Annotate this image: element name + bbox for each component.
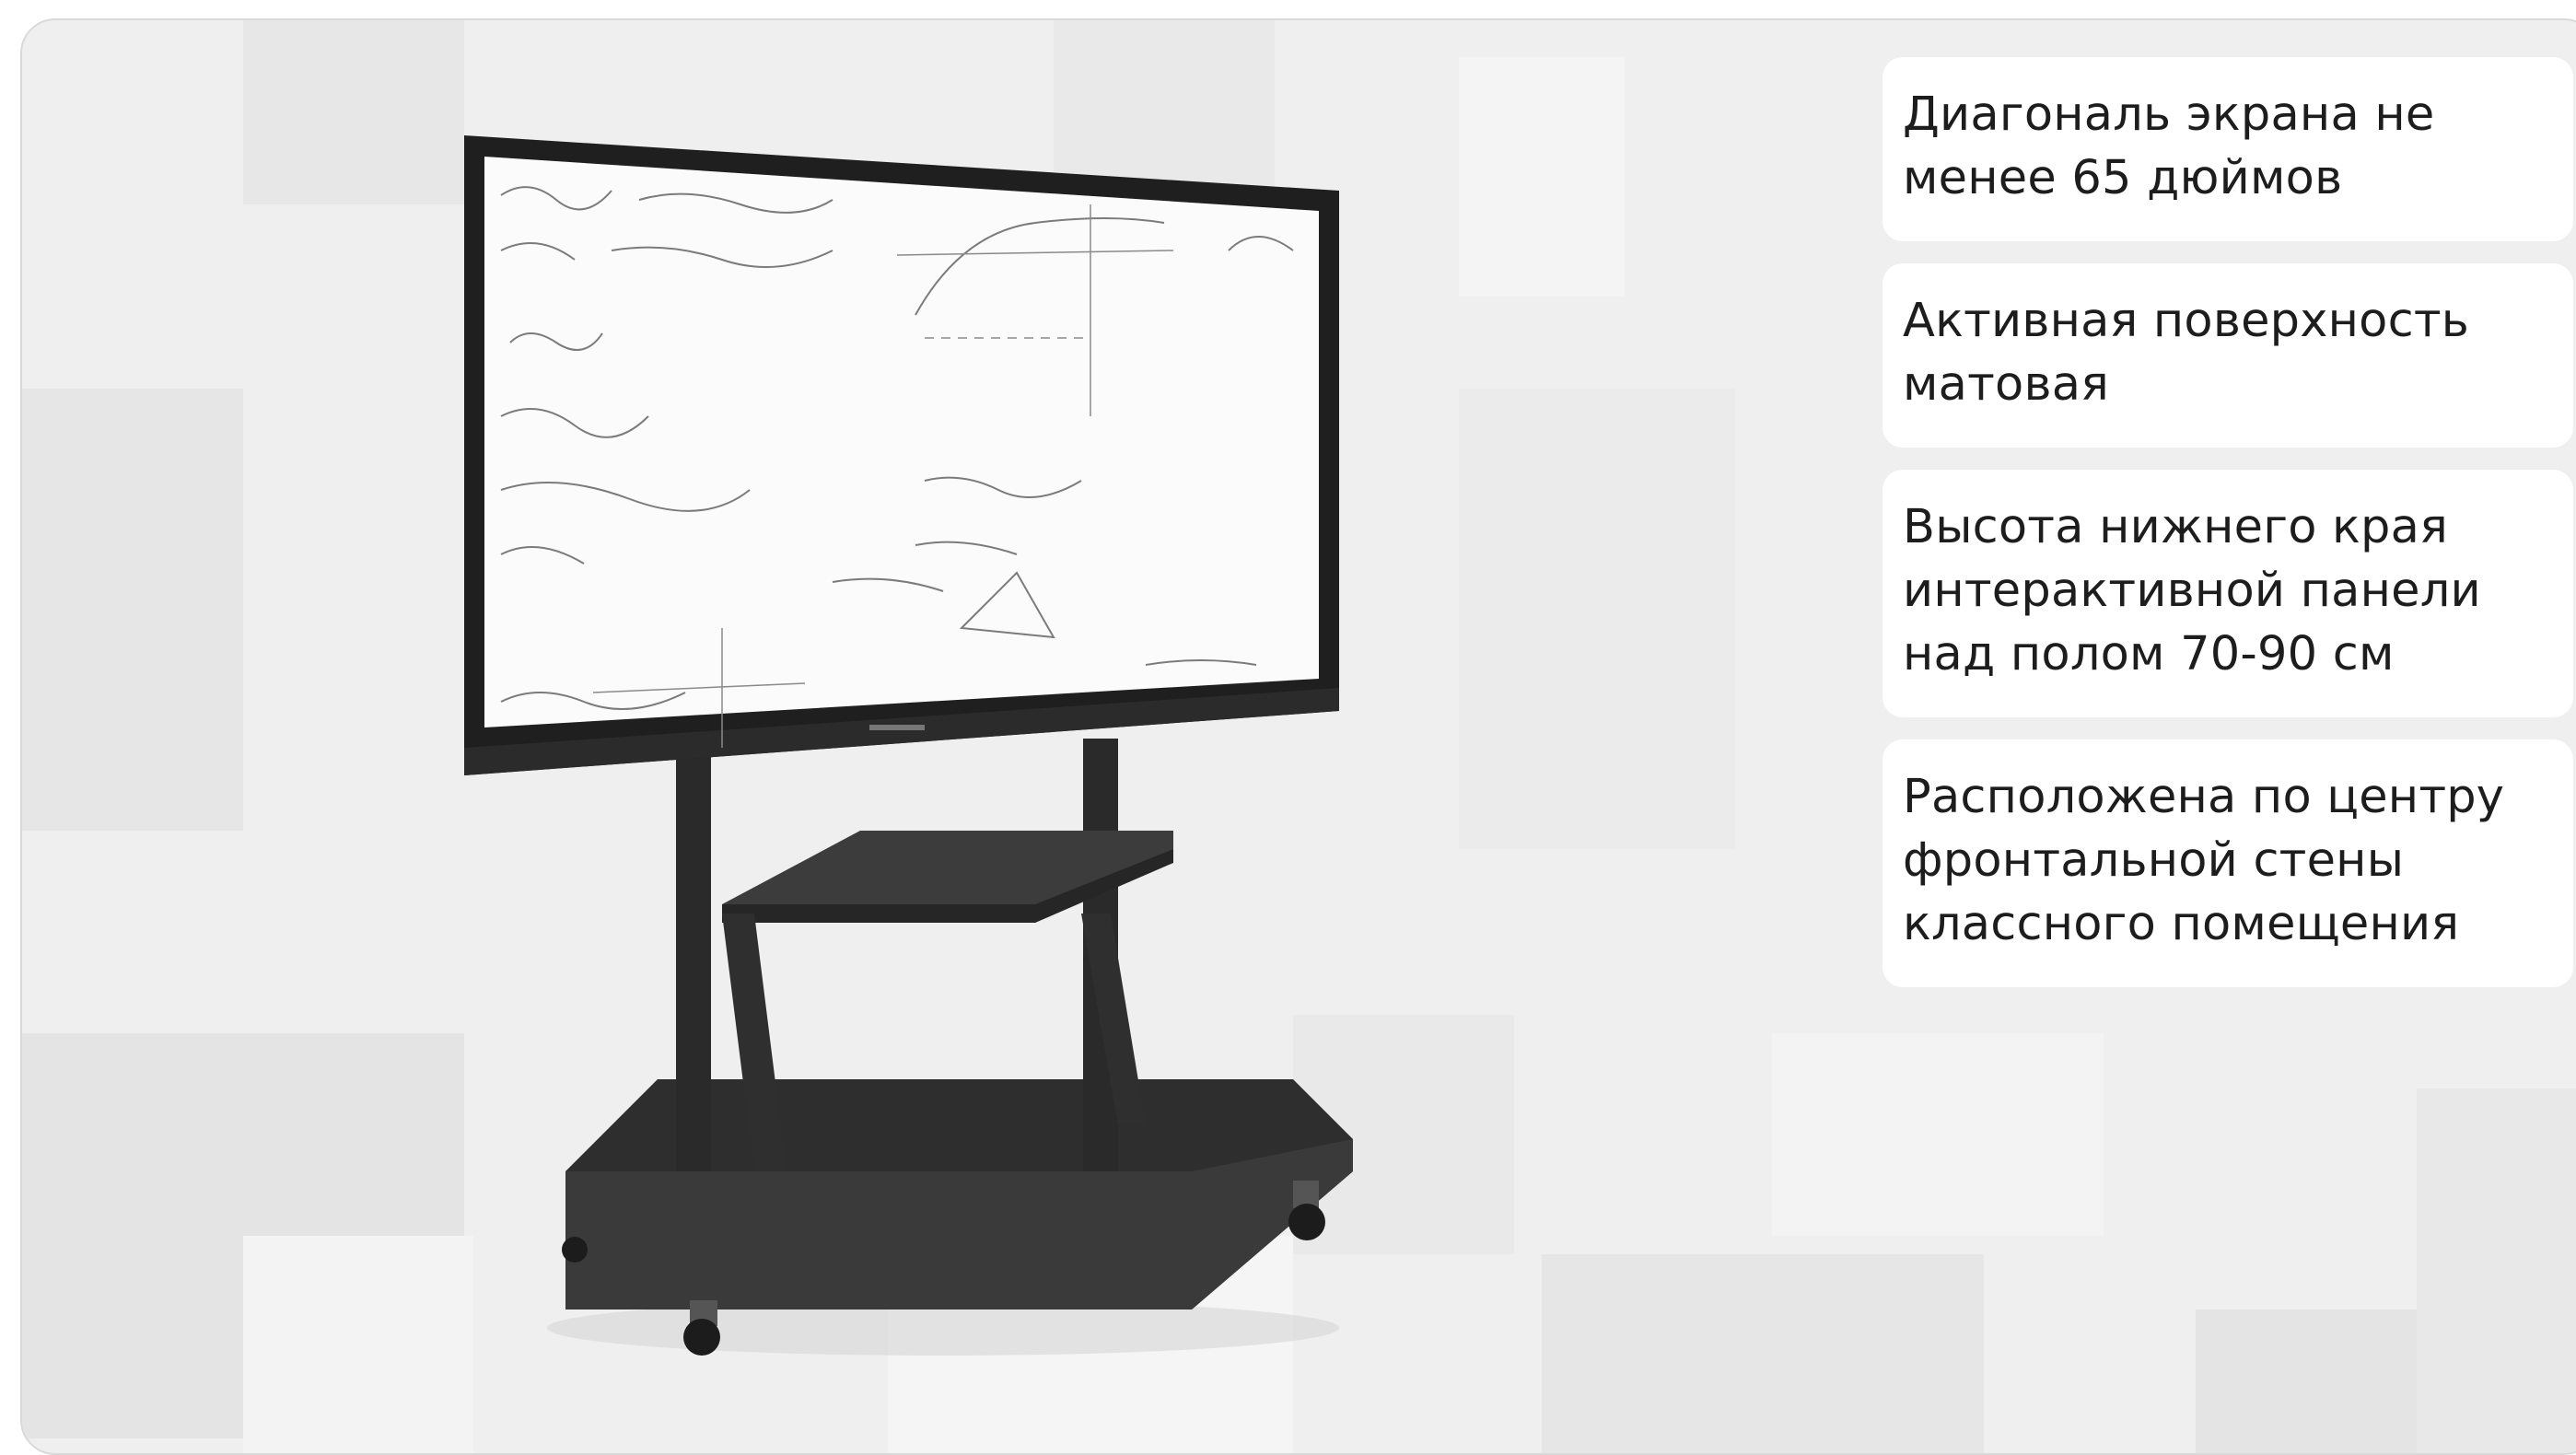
- feature-card: Активная поверхность матовая: [1882, 263, 2573, 448]
- feature-text: Активная поверхность матовая: [1903, 294, 2469, 412]
- feature-text: Высота нижнего края интерактивной панели…: [1903, 500, 2481, 681]
- whiteboard-stand-icon: [464, 135, 1353, 1356]
- feature-card: Высота нижнего края интерактивной панели…: [1882, 470, 2573, 717]
- content-card: Диагональ экрана не менее 65 дюймов Акти…: [20, 18, 2576, 1455]
- feature-card: Расположена по центру фронтальной стены …: [1882, 739, 2573, 987]
- feature-text: Расположена по центру фронтальной стены …: [1903, 770, 2505, 951]
- feature-card: Диагональ экрана не менее 65 дюймов: [1882, 57, 2573, 241]
- feature-text: Диагональ экрана не менее 65 дюймов: [1903, 87, 2435, 205]
- features-list: Диагональ экрана не менее 65 дюймов Акти…: [1882, 57, 2573, 1009]
- interactive-panel-illustration: [446, 112, 1459, 1383]
